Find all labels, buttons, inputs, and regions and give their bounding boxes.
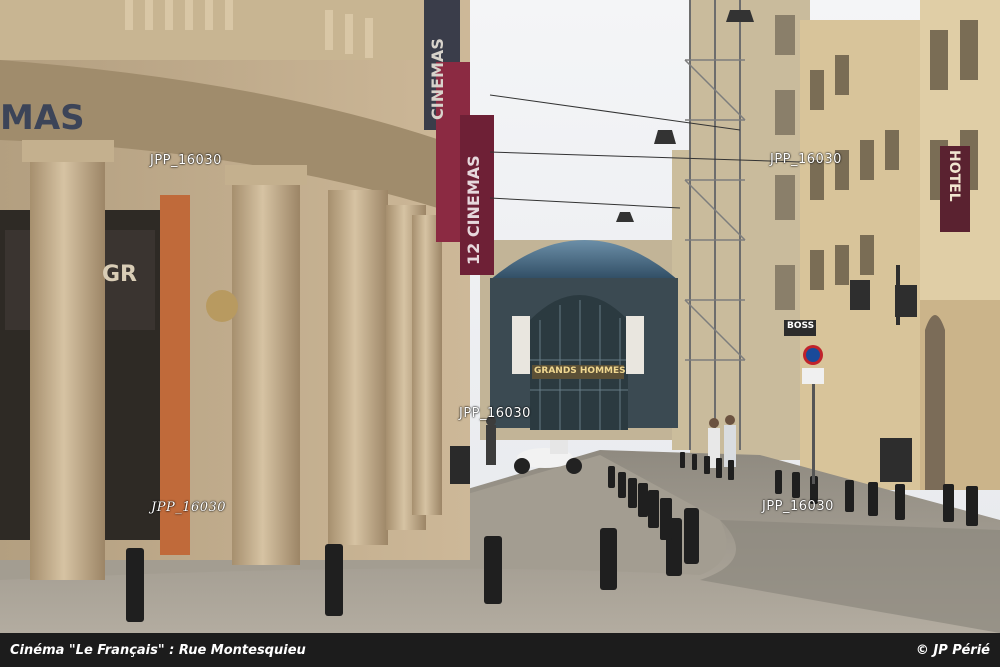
- watermark: JPP_16030: [762, 499, 834, 514]
- watermark: JPP_16030: [770, 152, 842, 167]
- boss-sign-text: BOSS: [787, 321, 815, 331]
- caption-bar: Cinéma "Le Français" : Rue Montesquieu ©…: [0, 633, 1000, 667]
- photo-caption: Cinéma "Le Français" : Rue Montesquieu: [10, 642, 306, 658]
- street-scene-illustration: [0, 0, 1000, 667]
- watermark: JPP_16030: [151, 500, 227, 515]
- cinema-facade-lettering: MAS: [0, 98, 85, 138]
- grands-hommes-sign-text: GRANDS HOMMES: [534, 366, 626, 376]
- watermark: JPP_16030: [150, 153, 222, 168]
- shop-logo-text: GR: [102, 262, 137, 287]
- street-photo: MAS CINEMAS 12 CINEMAS HOTEL BOSS GRANDS…: [0, 0, 1000, 667]
- twelve-cinemas-banner-text: 12 CINEMAS: [464, 155, 483, 265]
- cinemas-banner-text: CINEMAS: [428, 38, 447, 120]
- hotel-sign-text: HOTEL: [946, 150, 962, 202]
- watermark: JPP_16030: [459, 406, 531, 421]
- copyright-credit: © JP Périé: [915, 642, 990, 658]
